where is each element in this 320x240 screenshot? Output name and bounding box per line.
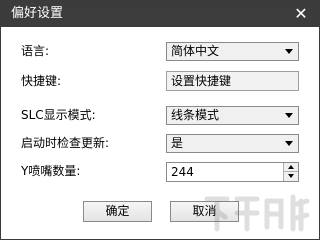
check-update-value: 是 [171, 136, 184, 150]
language-label: 语言: [21, 44, 50, 58]
slc-mode-label: SLC显示模式: [21, 108, 96, 122]
shortcut-value: 设置快捷键 [171, 74, 232, 88]
chevron-down-icon [285, 49, 293, 54]
chevron-down-icon [285, 113, 293, 118]
nozzle-count-spinbox[interactable]: 244 [166, 162, 299, 182]
close-icon[interactable]: ✕ [291, 4, 311, 24]
ok-button[interactable]: 确定 [83, 201, 152, 222]
spin-buttons [283, 163, 298, 181]
shortcut-label: 快捷键: [21, 74, 62, 88]
nozzle-count-label: Y喷嘴数量: [21, 164, 81, 178]
spin-down-icon[interactable] [284, 172, 298, 181]
slc-mode-dropdown[interactable]: 线条模式 [166, 106, 299, 125]
chevron-down-icon [285, 141, 293, 146]
spin-up-icon[interactable] [284, 163, 298, 172]
title-bar: 偏好设置 ✕ [1, 1, 319, 27]
window-title: 偏好设置 [11, 6, 64, 21]
preferences-dialog: 偏好设置 ✕ 语言: 简体中文 快捷键: 设置快捷键 SLC显示模式: 线条模式… [0, 0, 320, 240]
nozzle-count-value: 244 [171, 165, 194, 179]
slc-mode-value: 线条模式 [171, 108, 220, 122]
shortcut-field[interactable]: 设置快捷键 [166, 71, 299, 91]
language-dropdown[interactable]: 简体中文 [166, 42, 299, 61]
language-value: 简体中文 [171, 44, 220, 58]
watermark-logo [204, 194, 310, 232]
check-update-dropdown[interactable]: 是 [166, 134, 299, 153]
check-update-label: 启动时检查更新: [21, 136, 110, 150]
